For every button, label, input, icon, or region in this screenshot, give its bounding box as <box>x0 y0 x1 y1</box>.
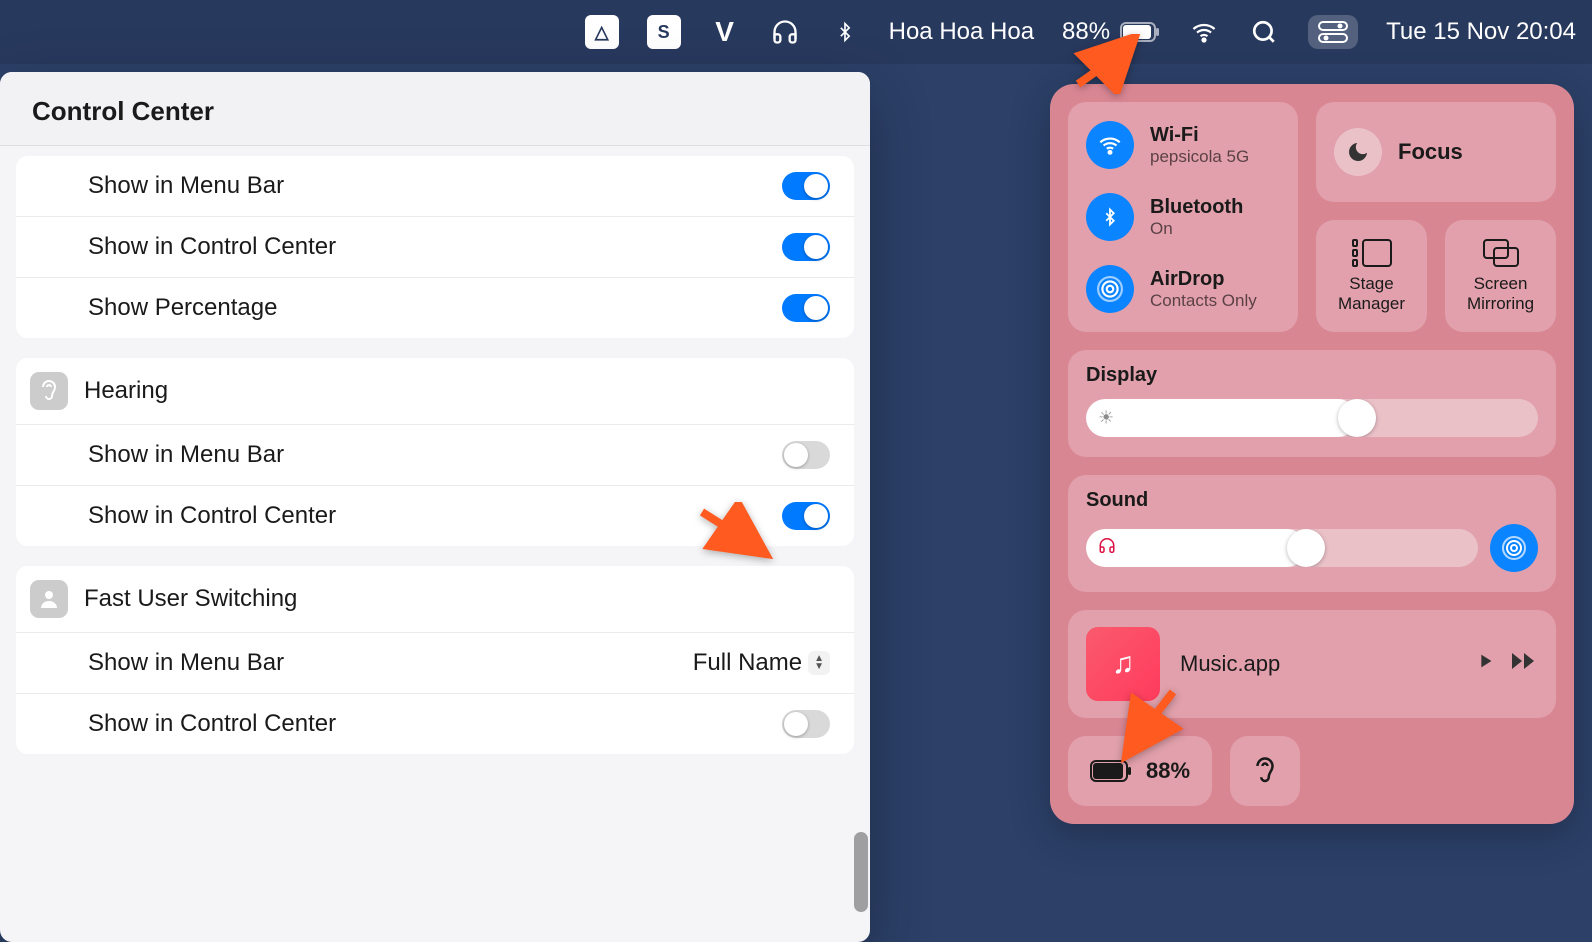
cc-wifi-title: Wi-Fi <box>1150 124 1249 147</box>
cc-bluetooth[interactable]: Bluetooth On <box>1086 193 1280 241</box>
airdrop-icon <box>1086 265 1134 313</box>
toggle-hearing-cc[interactable] <box>782 502 830 530</box>
chevron-updown-icon: ▲▼ <box>808 651 830 675</box>
group-title-fast-user: Fast User Switching <box>84 585 297 613</box>
settings-title: Control Center <box>0 72 870 146</box>
row-show-menubar: Show in Menu Bar <box>16 156 854 216</box>
search-icon[interactable] <box>1248 16 1280 48</box>
app-icon-v[interactable]: V <box>709 16 741 48</box>
toggle-fastuser-cc[interactable] <box>782 710 830 738</box>
row-show-cc: Show in Control Center <box>16 216 854 277</box>
cc-display-tile: Display ☀ <box>1068 350 1556 457</box>
cc-airdrop[interactable]: AirDrop Contacts Only <box>1086 265 1280 313</box>
stage-manager-icon <box>1351 238 1393 268</box>
hearing-icon <box>30 372 68 410</box>
row-fastuser-cc: Show in Control Center <box>16 693 854 754</box>
user-menu[interactable]: Hoa Hoa Hoa <box>889 18 1034 46</box>
group-header-hearing: Hearing <box>16 358 854 424</box>
cc-bluetooth-subtitle: On <box>1150 219 1243 239</box>
music-app-icon: ♫ <box>1086 627 1160 701</box>
cc-small-row: Stage Manager Screen Mirroring <box>1316 220 1556 332</box>
cc-stage-manager-label: Stage Manager <box>1334 274 1409 315</box>
cc-sound-label: Sound <box>1086 489 1538 512</box>
toggle-show-cc[interactable] <box>782 233 830 261</box>
moon-icon <box>1334 128 1382 176</box>
bluetooth-icon <box>1086 193 1134 241</box>
cc-sound-slider[interactable] <box>1086 529 1478 567</box>
row-hearing-menubar: Show in Menu Bar <box>16 424 854 485</box>
select-fastuser-menubar[interactable]: Full Name ▲▼ <box>693 649 830 677</box>
toggle-show-percentage[interactable] <box>782 294 830 322</box>
control-center-panel: Wi-Fi pepsicola 5G Bluetooth On AirDro <box>1050 84 1574 824</box>
cc-bluetooth-title: Bluetooth <box>1150 196 1243 219</box>
row-label: Show in Menu Bar <box>88 172 284 200</box>
cc-network-tile: Wi-Fi pepsicola 5G Bluetooth On AirDro <box>1068 102 1298 332</box>
battery-percent-text: 88% <box>1062 18 1110 46</box>
app-icon-1[interactable]: △ <box>585 15 619 49</box>
cc-airplay-audio-button[interactable] <box>1490 524 1538 572</box>
battery-icon <box>1090 760 1132 782</box>
settings-body: Show in Menu Bar Show in Control Center … <box>0 146 870 924</box>
wifi-icon[interactable] <box>1188 16 1220 48</box>
cc-wifi-subtitle: pepsicola 5G <box>1150 147 1249 167</box>
app-icon-s[interactable]: S <box>647 15 681 49</box>
group-header-fast-user: Fast User Switching <box>16 566 854 632</box>
brightness-icon: ☀ <box>1098 408 1114 429</box>
menu-bar: △ S V Hoa Hoa Hoa 88% Tue 15 Nov 20:04 <box>0 0 1592 64</box>
play-icon[interactable] <box>1474 650 1496 679</box>
scrollbar-thumb[interactable] <box>854 832 868 912</box>
settings-window: Control Center Show in Menu Bar Show in … <box>0 72 870 942</box>
cc-airdrop-title: AirDrop <box>1150 268 1257 291</box>
bluetooth-icon[interactable] <box>829 16 861 48</box>
control-center-icon <box>1318 21 1348 43</box>
cc-right-col: Focus Stage Manager Screen Mirroring <box>1316 102 1556 332</box>
settings-group-hearing: Hearing Show in Menu Bar Show in Control… <box>16 358 854 546</box>
toggle-hearing-menubar[interactable] <box>782 441 830 469</box>
control-center-menu-button[interactable] <box>1308 15 1358 49</box>
cc-battery-chip[interactable]: 88% <box>1068 736 1212 806</box>
settings-group-fast-user: Fast User Switching Show in Menu Bar Ful… <box>16 566 854 754</box>
group-title-hearing: Hearing <box>84 377 168 405</box>
forward-icon[interactable] <box>1510 650 1538 679</box>
row-fastuser-menubar: Show in Menu Bar Full Name ▲▼ <box>16 632 854 693</box>
headphones-icon <box>1098 537 1116 560</box>
headphones-icon[interactable] <box>769 16 801 48</box>
cc-screen-mirroring[interactable]: Screen Mirroring <box>1445 220 1556 332</box>
cc-top-row: Wi-Fi pepsicola 5G Bluetooth On AirDro <box>1068 102 1556 332</box>
cc-screen-mirroring-label: Screen Mirroring <box>1463 274 1538 315</box>
cc-music-tile[interactable]: ♫ Music.app <box>1068 610 1556 718</box>
row-hearing-cc: Show in Control Center <box>16 485 854 546</box>
screen-mirroring-icon <box>1482 238 1520 268</box>
hearing-icon <box>1250 754 1280 788</box>
toggle-show-menubar[interactable] <box>782 172 830 200</box>
cc-music-controls <box>1474 650 1538 679</box>
battery-status[interactable]: 88% <box>1062 18 1160 46</box>
cc-battery-percent: 88% <box>1146 758 1190 784</box>
cc-focus-label: Focus <box>1398 139 1463 165</box>
wifi-icon <box>1086 121 1134 169</box>
settings-group-battery: Show in Menu Bar Show in Control Center … <box>16 156 854 338</box>
cc-airdrop-subtitle: Contacts Only <box>1150 291 1257 311</box>
user-icon <box>30 580 68 618</box>
row-label: Show in Menu Bar <box>88 441 284 469</box>
cc-hearing-chip[interactable] <box>1230 736 1300 806</box>
cc-bottom-row: 88% <box>1068 736 1556 806</box>
cc-stage-manager[interactable]: Stage Manager <box>1316 220 1427 332</box>
battery-icon <box>1120 22 1160 42</box>
row-label: Show in Control Center <box>88 710 336 738</box>
cc-sound-tile: Sound <box>1068 475 1556 592</box>
row-show-percentage: Show Percentage <box>16 277 854 338</box>
row-label: Show in Menu Bar <box>88 649 284 677</box>
cc-display-slider[interactable]: ☀ <box>1086 399 1538 437</box>
row-label: Show in Control Center <box>88 502 336 530</box>
row-label: Show Percentage <box>88 294 277 322</box>
cc-music-title: Music.app <box>1180 651 1454 677</box>
select-value: Full Name <box>693 649 802 677</box>
cc-wifi[interactable]: Wi-Fi pepsicola 5G <box>1086 121 1280 169</box>
cc-display-label: Display <box>1086 364 1538 387</box>
clock[interactable]: Tue 15 Nov 20:04 <box>1386 18 1576 46</box>
row-label: Show in Control Center <box>88 233 336 261</box>
cc-focus[interactable]: Focus <box>1316 102 1556 202</box>
